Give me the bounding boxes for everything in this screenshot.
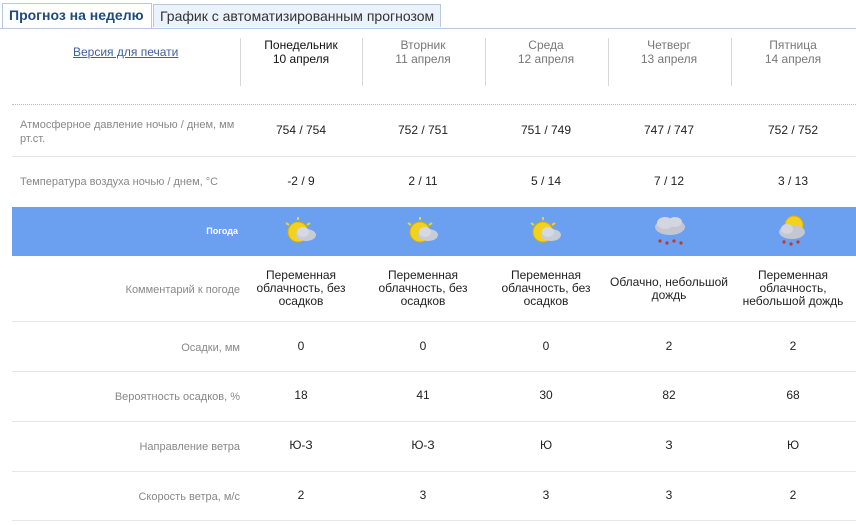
day-name: Понедельник xyxy=(264,38,338,52)
wind-dir-value: Ю xyxy=(786,438,800,452)
row-divider xyxy=(12,156,856,157)
temperature-value: 5 / 14 xyxy=(530,174,562,188)
row-divider xyxy=(12,371,856,372)
day-name: Четверг xyxy=(647,38,691,52)
row-label-precip: Осадки, мм xyxy=(181,342,240,354)
precip-prob-value: 18 xyxy=(294,388,308,402)
tab-weekly-forecast[interactable]: Прогноз на неделю xyxy=(2,3,152,28)
row-label-weather: Погода xyxy=(206,226,238,236)
wind-dir-value: Ю-З xyxy=(289,438,313,452)
wind-dir-value: З xyxy=(665,438,673,452)
weather-comment: Облачно, небольшой дождь xyxy=(609,275,728,302)
day-name: Вторник xyxy=(400,38,446,52)
column-divider xyxy=(362,38,363,86)
precip-value: 0 xyxy=(297,339,305,353)
day-name: Пятница xyxy=(769,38,817,52)
wind-speed-value: 2 xyxy=(789,488,797,502)
pressure-value: 752 / 751 xyxy=(397,123,449,137)
precip-value: 0 xyxy=(542,339,550,353)
print-version-link[interactable]: Версия для печати xyxy=(73,45,178,59)
day-header-4: Четверг 13 апреля xyxy=(608,38,730,66)
weather-comment: Переменная облачность, без осадков xyxy=(501,268,591,308)
sun-cloud-rain-icon xyxy=(779,215,805,246)
row-label-comment: Комментарий к погоде xyxy=(125,284,240,296)
pressure-value: 752 / 752 xyxy=(767,123,819,137)
column-divider xyxy=(731,38,732,86)
column-divider xyxy=(485,38,486,86)
temperature-value: 3 / 13 xyxy=(777,174,809,188)
precip-value: 0 xyxy=(419,339,427,353)
pressure-value: 747 / 747 xyxy=(643,123,695,137)
day-date: 10 апреля xyxy=(272,52,330,66)
precip-prob-value: 68 xyxy=(786,388,800,402)
wind-dir-value: Ю xyxy=(539,438,553,452)
day-header-5: Пятница 14 апреля xyxy=(732,38,854,66)
row-label-pressure: Атмосферное давление ночью / днем, мм рт… xyxy=(20,119,235,145)
partly-cloudy-icon xyxy=(285,217,316,243)
precip-prob-value: 41 xyxy=(416,388,430,402)
row-label-precip-prob: Вероятность осадков, % xyxy=(114,391,240,403)
precip-prob-value: 82 xyxy=(662,388,676,402)
column-divider xyxy=(240,38,241,86)
row-divider xyxy=(12,520,856,521)
partly-cloudy-icon xyxy=(407,217,438,243)
temperature-value: 7 / 12 xyxy=(653,174,685,188)
row-label-wind-speed: Скорость ветра, м/с xyxy=(138,491,240,503)
day-header-2: Вторник 11 апреля xyxy=(362,38,484,66)
pressure-value: 751 / 749 xyxy=(520,123,572,137)
tab-bar: Прогноз на неделю График с автоматизиров… xyxy=(0,0,856,29)
precip-value: 2 xyxy=(665,339,673,353)
partly-cloudy-icon xyxy=(530,217,561,243)
row-divider xyxy=(12,104,856,105)
precip-value: 2 xyxy=(789,339,797,353)
temperature-value: -2 / 9 xyxy=(287,174,315,188)
day-date: 13 апреля xyxy=(640,52,698,66)
day-date: 12 апреля xyxy=(517,52,575,66)
wind-speed-value: 3 xyxy=(542,488,550,502)
row-label-wind-dir: Направление ветра xyxy=(139,441,240,453)
day-header-1: Понедельник 10 апреля xyxy=(240,38,362,66)
temperature-value: 2 / 11 xyxy=(408,174,438,188)
precip-prob-value: 30 xyxy=(539,388,553,402)
row-divider xyxy=(12,421,856,422)
cloud-rain-icon xyxy=(655,217,685,245)
wind-speed-value: 2 xyxy=(297,488,305,502)
tab-automated-chart[interactable]: График с автоматизированным прогнозом xyxy=(153,4,441,27)
pressure-value: 754 / 754 xyxy=(275,123,327,137)
weather-comment: Переменная облачность, без осадков xyxy=(256,268,346,308)
weather-comment: Переменная облачность, без осадков xyxy=(378,268,468,308)
weather-comment: Переменная облачность, небольшой дождь xyxy=(742,268,844,308)
row-divider xyxy=(12,321,856,322)
row-divider xyxy=(12,471,856,472)
day-date: 11 апреля xyxy=(395,52,451,66)
day-name: Среда xyxy=(528,38,564,52)
wind-dir-value: Ю-З xyxy=(411,438,435,452)
row-label-temperature: Температура воздуха ночью / днем, °С xyxy=(20,176,219,188)
wind-speed-value: 3 xyxy=(665,488,673,502)
wind-speed-value: 3 xyxy=(419,488,427,502)
day-header-3: Среда 12 апреля xyxy=(485,38,607,66)
day-date: 14 апреля xyxy=(764,52,822,66)
column-divider xyxy=(608,38,609,86)
